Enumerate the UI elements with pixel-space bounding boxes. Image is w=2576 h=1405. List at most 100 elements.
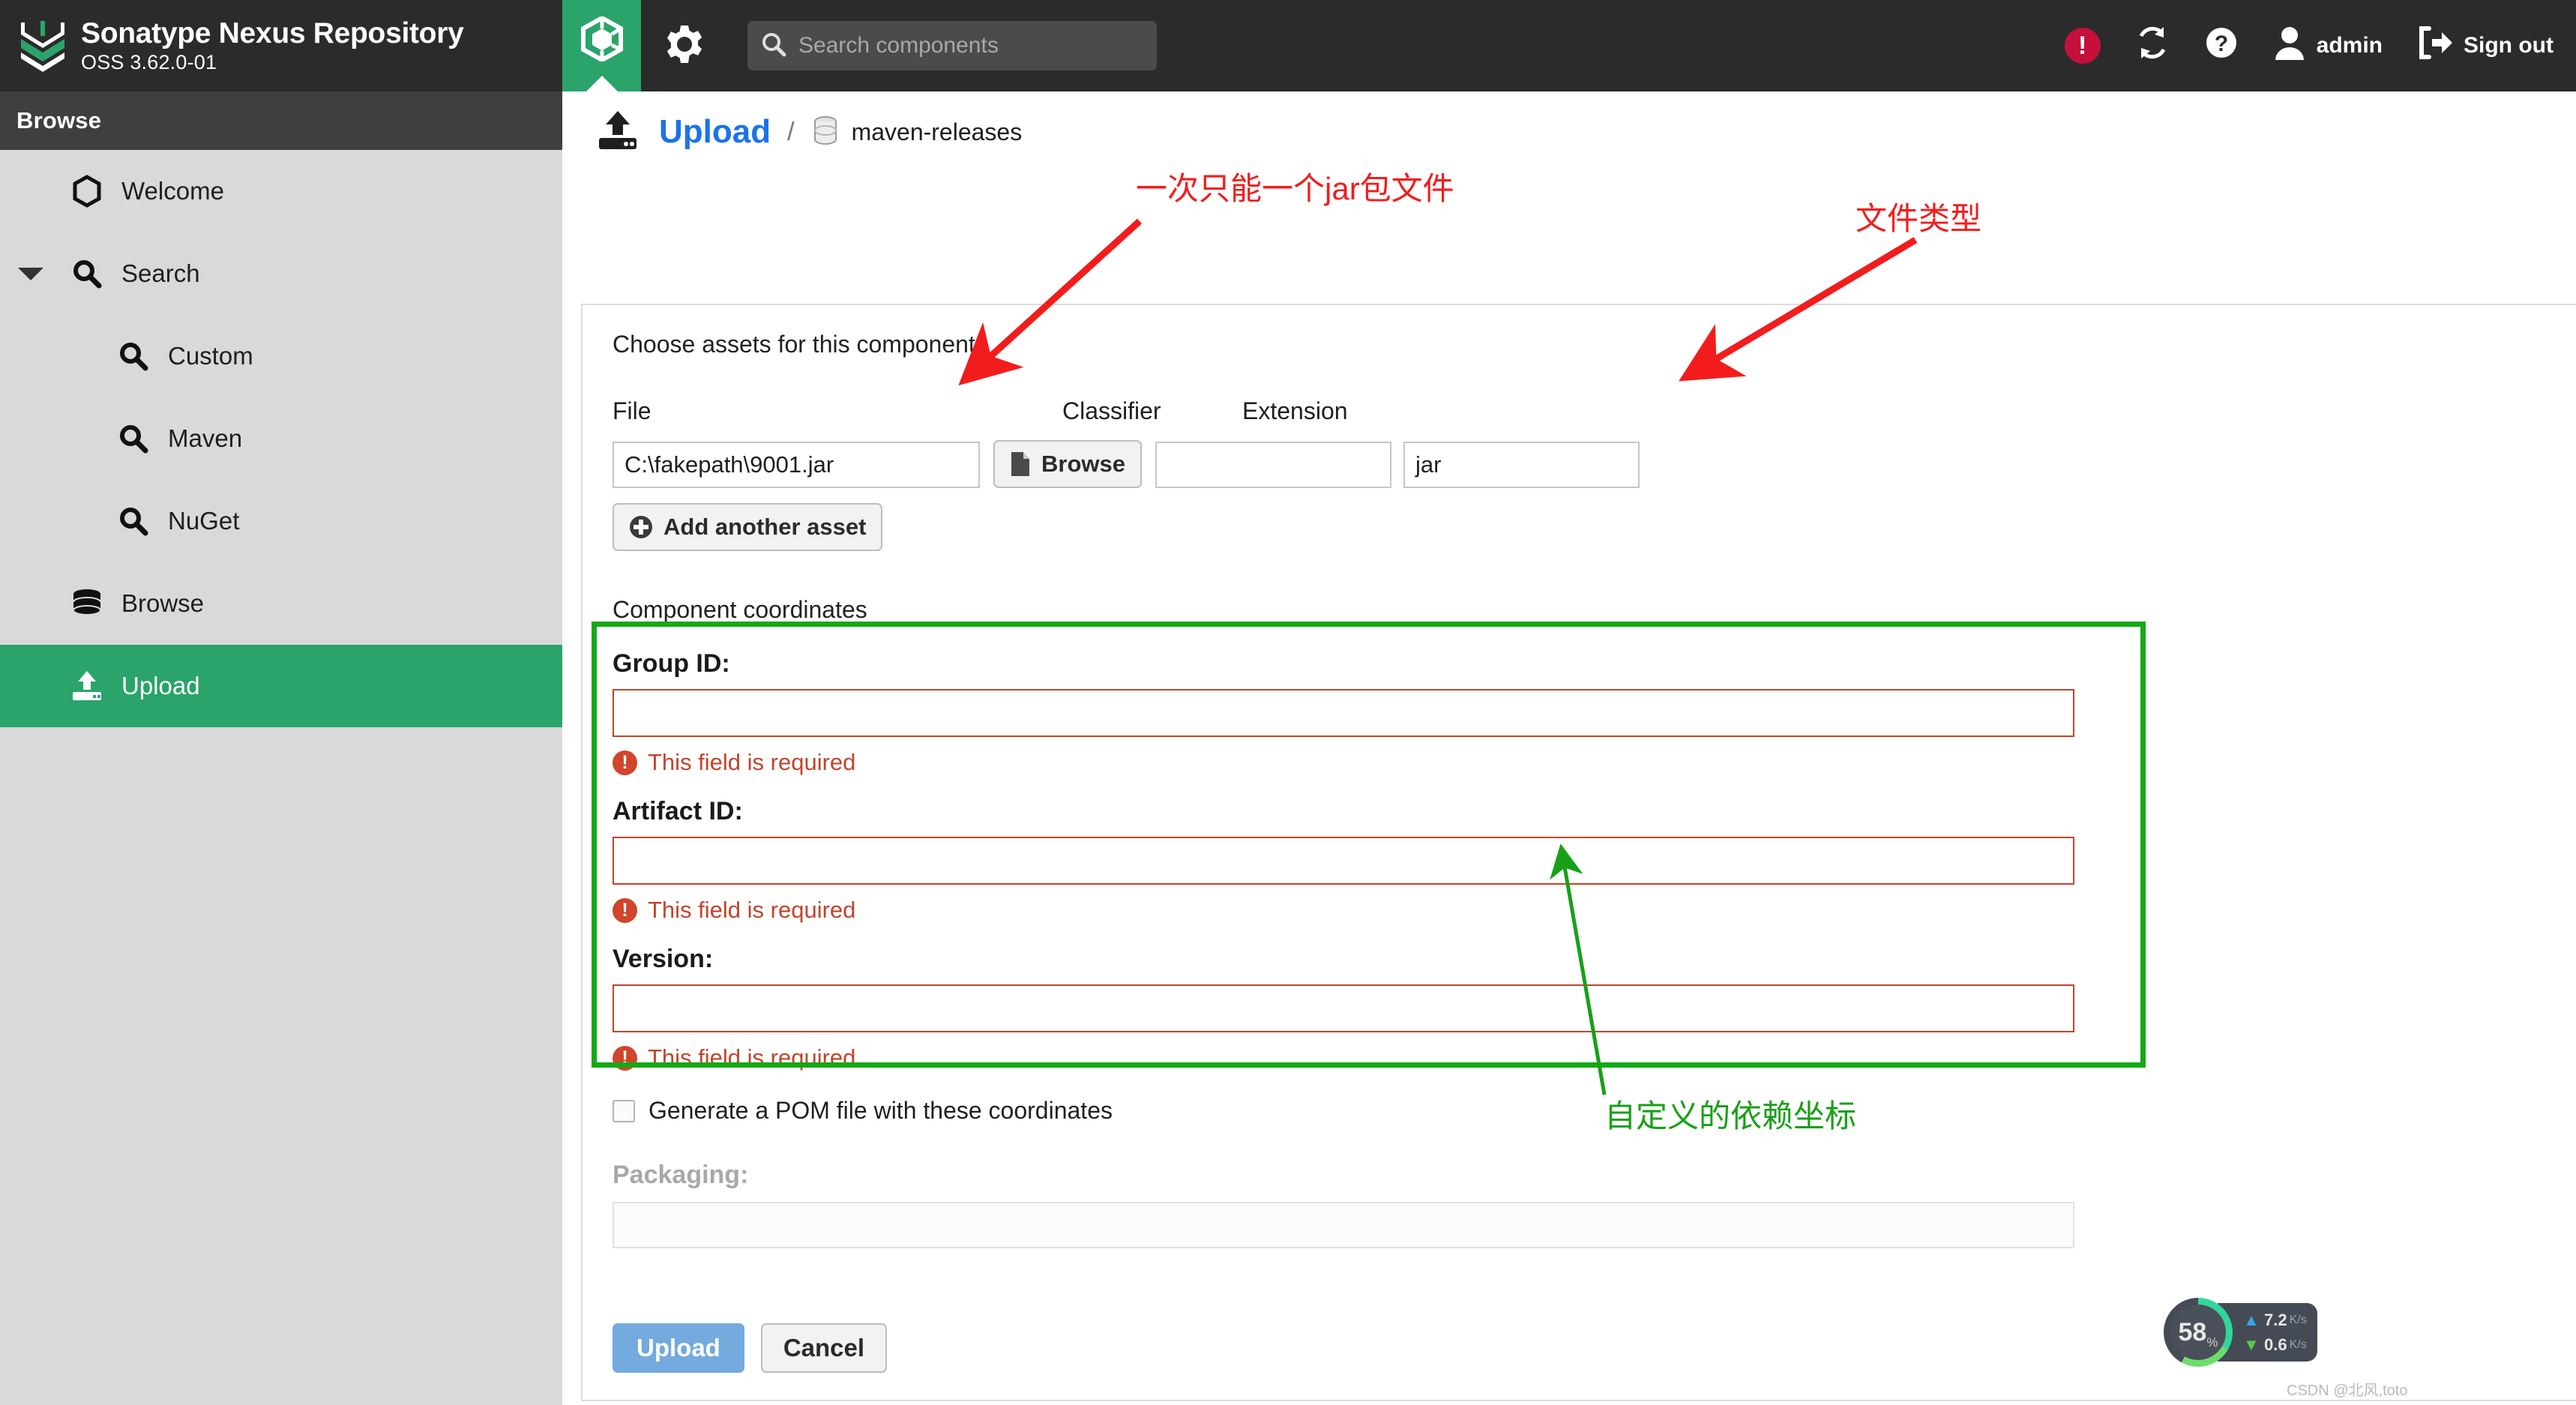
artifact-id-error-text: This field is required	[648, 897, 856, 923]
svg-text:?: ?	[2214, 31, 2227, 56]
brand-title: Sonatype Nexus Repository	[81, 17, 464, 49]
sidebar-item-label: Browse	[121, 589, 205, 617]
add-another-asset-button[interactable]: Add another asset	[613, 503, 883, 551]
classifier-input[interactable]	[1155, 442, 1391, 488]
network-monitor-widget[interactable]: 58 % ▲ 7.2 K/s ▼ 0.6 K/s	[2164, 1298, 2317, 1367]
alert-button[interactable]: !	[2064, 28, 2101, 64]
sidebar-item-search[interactable]: Search	[0, 232, 562, 315]
main-content: Upload / maven-releases Choose assets fo…	[562, 91, 2576, 1405]
error-exclamation-icon: !	[613, 897, 637, 923]
annotation-file-text: 一次只能一个jar包文件	[1136, 171, 1454, 206]
download-speed-row: ▼ 0.6 K/s	[2243, 1332, 2307, 1357]
search-icon	[761, 31, 786, 61]
plus-circle-icon	[629, 515, 653, 539]
annotation-extension-text: 文件类型	[1856, 201, 1982, 236]
add-asset-row: Add another asset	[613, 503, 2576, 551]
artifact-id-input[interactable]	[613, 837, 2074, 885]
sidebar-item-upload[interactable]: Upload	[0, 645, 562, 727]
generate-pom-row[interactable]: Generate a POM file with these coordinat…	[613, 1097, 2576, 1125]
breadcrumb-page[interactable]: Upload	[659, 113, 771, 151]
breadcrumb: Upload / maven-releases	[562, 91, 2576, 172]
version-label: Version:	[613, 945, 714, 973]
search-icon	[66, 259, 108, 289]
sign-out-button[interactable]: Sign out	[2417, 26, 2554, 65]
database-icon	[811, 115, 840, 149]
packaging-label: Packaging:	[613, 1161, 749, 1189]
download-speed-unit: K/s	[2289, 1338, 2307, 1351]
version-input[interactable]	[613, 984, 2074, 1032]
group-id-error: ! This field is required	[613, 749, 2576, 776]
version-field: Version: ! This field is required	[613, 945, 2576, 1071]
upload-speed-value: 7.2	[2264, 1310, 2287, 1329]
file-path-input[interactable]: C:\fakepath\9001.jar	[613, 442, 980, 488]
sidebar-item-nuget[interactable]: NuGet	[0, 480, 562, 562]
user-menu[interactable]: admin	[2273, 25, 2383, 66]
artifact-id-label: Artifact ID:	[613, 797, 743, 825]
brand-text: Sonatype Nexus Repository OSS 3.62.0-01	[81, 17, 464, 74]
breadcrumb-separator: /	[787, 117, 795, 146]
sidebar-item-label: NuGet	[168, 507, 240, 535]
sidebar-item-label: Upload	[121, 672, 200, 700]
upload-arrow-icon: ▲	[2243, 1310, 2260, 1329]
gear-icon	[665, 25, 704, 67]
upload-speed-unit: K/s	[2289, 1313, 2307, 1326]
coordinate-fields: Group ID: ! This field is required Artif…	[613, 649, 2576, 1071]
browse-button-label: Browse	[1041, 451, 1125, 477]
version-error: ! This field is required	[613, 1044, 2576, 1071]
browse-tab[interactable]	[562, 0, 641, 91]
sign-out-icon	[2417, 26, 2453, 65]
cube-icon	[580, 15, 623, 65]
label-extension: Extension	[1242, 397, 1348, 424]
sidebar-header: Browse	[0, 91, 562, 150]
sidebar-item-maven[interactable]: Maven	[0, 397, 562, 480]
cpu-usage-donut: 58 %	[2164, 1298, 2233, 1367]
sidebar-item-welcome[interactable]: Welcome	[0, 150, 562, 232]
search-icon	[112, 341, 154, 371]
download-arrow-icon: ▼	[2243, 1335, 2260, 1354]
sidebar-item-label: Welcome	[121, 177, 224, 205]
database-icon	[66, 589, 108, 619]
generate-pom-checkbox[interactable]	[613, 1099, 635, 1122]
cpu-usage-value: 58	[2178, 1317, 2207, 1347]
sidebar-item-browse[interactable]: Browse	[0, 562, 562, 645]
generate-pom-label: Generate a POM file with these coordinat…	[648, 1097, 1113, 1124]
extension-input[interactable]: jar	[1403, 442, 1640, 488]
search-placeholder: Search components	[798, 33, 999, 58]
upload-form: Choose assets for this component File Cl…	[583, 305, 2576, 1400]
user-avatar-icon	[2273, 25, 2306, 66]
help-button[interactable]: ?	[2204, 25, 2239, 66]
app-root: Sonatype Nexus Repository OSS 3.62.0-01	[0, 0, 2576, 1405]
file-icon	[1010, 451, 1031, 478]
upload-button[interactable]: Upload	[613, 1323, 744, 1373]
watermark: CSDN @北风,toto	[2287, 1383, 2408, 1399]
group-id-error-text: This field is required	[648, 749, 856, 775]
browse-button[interactable]: Browse	[993, 440, 1142, 488]
group-id-label: Group ID:	[613, 649, 730, 678]
sign-out-label: Sign out	[2464, 33, 2554, 58]
chevron-down-icon	[18, 267, 43, 280]
sidebar-item-custom[interactable]: Custom	[0, 315, 562, 397]
cancel-button[interactable]: Cancel	[760, 1323, 888, 1373]
search-input[interactable]: Search components	[747, 21, 1157, 70]
version-error-text: This field is required	[648, 1044, 856, 1071]
sidebar-item-label: Maven	[168, 424, 243, 452]
coordinates-section-title: Component coordinates	[613, 596, 867, 623]
brand: Sonatype Nexus Repository OSS 3.62.0-01	[0, 0, 562, 91]
top-right-actions: ! ? admin Sign out	[2030, 25, 2576, 66]
artifact-id-field: Artifact ID: ! This field is required	[613, 797, 2576, 924]
group-id-field: Group ID: ! This field is required	[613, 649, 2576, 776]
sidebar: Browse Welcome Search Custom Maven NuGet…	[0, 91, 562, 1405]
error-exclamation-icon: !	[613, 1045, 637, 1071]
download-speed-value: 0.6	[2264, 1335, 2287, 1354]
asset-field-row: C:\fakepath\9001.jar Browse jar	[613, 440, 2576, 488]
settings-button[interactable]	[641, 0, 728, 91]
sidebar-item-label: Custom	[168, 342, 253, 370]
assets-section-title: Choose assets for this component	[613, 331, 975, 358]
packaging-input[interactable]	[613, 1202, 2074, 1248]
upload-speed-row: ▲ 7.2 K/s	[2243, 1308, 2307, 1332]
add-asset-label: Add another asset	[663, 514, 867, 540]
label-classifier: Classifier	[1062, 397, 1161, 424]
search-icon	[112, 424, 154, 454]
refresh-button[interactable]	[2135, 25, 2170, 66]
group-id-input[interactable]	[613, 689, 2074, 737]
